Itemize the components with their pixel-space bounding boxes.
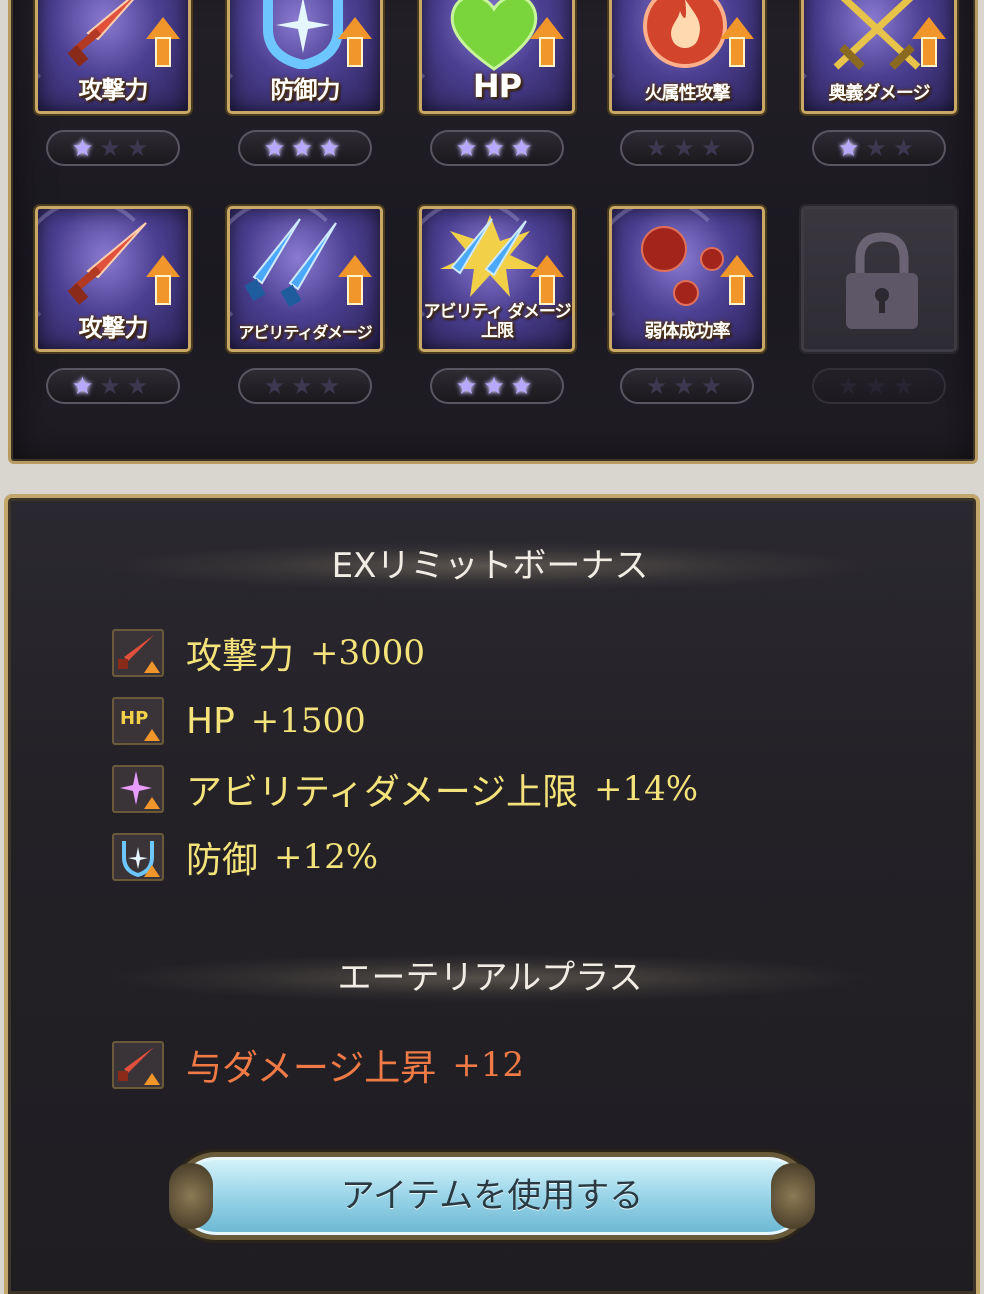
ethereal-plus-title: エーテリアルプラス	[110, 954, 870, 1002]
slot-icon-frame: 弱体成功率	[609, 206, 765, 352]
slot-icon-frame: HP	[419, 0, 575, 114]
upgrade-grid-panel: 攻撃力 ★★★ 防御力 ★★★ HP ★★★ 火属性攻撃 ★★★ 奥義ダメージ …	[8, 0, 978, 464]
star-rating: ★★★	[812, 130, 946, 166]
hp-icon-text: HP	[120, 708, 149, 729]
twin-swords-icon	[244, 218, 337, 308]
shield-icon	[112, 833, 164, 881]
upgrade-slot-locked: ★★★	[801, 206, 957, 404]
slot-icon-frame: 攻撃力	[35, 206, 191, 352]
bonus-value: +14%	[594, 769, 699, 809]
upgrade-slot-ability-damage[interactable]: アビリティダメージ ★★★	[227, 206, 383, 404]
sword-icon	[67, 222, 147, 305]
slot-icon-frame: アビリティ ダメージ上限	[419, 206, 575, 352]
upgrade-arrow-icon	[530, 17, 564, 69]
bonus-label: 防御	[186, 840, 259, 881]
upgrade-slot-attack[interactable]: 攻撃力 ★★★	[35, 0, 191, 166]
slot-icon-frame: アビリティダメージ	[227, 206, 383, 352]
upgrade-slot-defense[interactable]: 防御力 ★★★	[227, 0, 383, 166]
slot-label: 攻撃力	[78, 76, 149, 104]
sword-icon	[112, 1041, 164, 1089]
button-left-cap	[169, 1163, 213, 1229]
bonus-row-attack: 攻撃力 +3000	[112, 626, 425, 680]
ex-limit-bonus-title: EXリミットボーナス	[110, 542, 870, 590]
ethereal-label: 与ダメージ上昇	[186, 1048, 437, 1089]
ethereal-value: +12	[452, 1045, 524, 1085]
use-item-button[interactable]: アイテムを使用する	[169, 1152, 815, 1240]
star-rating: ★★★	[430, 368, 564, 404]
bonus-row-defense: 防御 +12%	[112, 830, 378, 884]
upgrade-slot-fire-attack[interactable]: 火属性攻撃 ★★★	[609, 0, 765, 166]
star-rating: ★★★	[620, 130, 754, 166]
star-rating: ★★★	[238, 368, 372, 404]
fire-icon	[643, 0, 727, 68]
star-rating: ★★★	[238, 130, 372, 166]
ethereal-row-damage-up: 与ダメージ上昇 +12	[112, 1038, 524, 1092]
bonus-label: 攻撃力	[186, 636, 295, 677]
upgrade-slot-ougi-damage[interactable]: 奥義ダメージ ★★★	[801, 0, 957, 166]
slot-icon-frame: 火属性攻撃	[609, 0, 765, 114]
slot-label: 防御力	[270, 76, 341, 104]
star-rating: ★★★	[46, 130, 180, 166]
upgrade-arrow-icon	[146, 255, 180, 307]
upgrade-slot-debuff-success[interactable]: 弱体成功率 ★★★	[609, 206, 765, 404]
slot-icon-frame	[801, 206, 957, 352]
star-rating: ★★★	[46, 368, 180, 404]
slot-label: 奥義ダメージ	[828, 83, 930, 104]
sparkle-icon	[112, 765, 164, 813]
upgrade-arrow-icon	[338, 17, 372, 69]
hp-icon: HP	[112, 697, 164, 745]
bonus-row-hp: HP HP +1500	[112, 694, 366, 748]
upgrade-arrow-icon	[338, 255, 372, 307]
lock-icon	[846, 232, 918, 329]
use-item-button-label: アイテムを使用する	[340, 1176, 644, 1216]
upgrade-arrow-icon	[720, 17, 754, 69]
bonus-label: HP	[186, 700, 235, 742]
star-rating: ★★★	[430, 130, 564, 166]
slot-icon-frame: 防御力	[227, 0, 383, 114]
slot-label: 攻撃力	[78, 314, 149, 342]
sword-icon	[112, 629, 164, 677]
upgrade-slot-ability-damage-cap[interactable]: アビリティ ダメージ上限 ★★★	[419, 206, 575, 404]
bonus-label: アビリティダメージ上限	[186, 772, 579, 813]
upgrade-slot-hp[interactable]: HP ★★★	[419, 0, 575, 166]
slot-icon-frame: 攻撃力	[35, 0, 191, 114]
bonus-value: +1500	[250, 701, 366, 741]
heart-icon	[450, 0, 538, 71]
upgrade-arrow-icon	[912, 17, 946, 69]
slot-label: 弱体成功率	[644, 321, 731, 342]
star-rating: ★★★	[620, 368, 754, 404]
star-rating: ★★★	[812, 368, 946, 404]
bonus-value: +12%	[274, 837, 379, 877]
slot-label: HP	[472, 67, 522, 105]
slot-icon-frame: 奥義ダメージ	[801, 0, 957, 114]
slot-label: アビリティ ダメージ上限	[423, 302, 571, 341]
upgrade-slot-attack-2[interactable]: 攻撃力 ★★★	[35, 206, 191, 404]
shield-icon	[263, 0, 343, 69]
debuff-orbs-icon	[641, 226, 724, 306]
sword-icon	[67, 0, 135, 67]
slot-label: アビリティダメージ	[238, 323, 372, 342]
slot-label: 火属性攻撃	[644, 83, 731, 104]
upgrade-arrow-icon	[720, 255, 754, 307]
bonus-row-ability-damage-cap: アビリティダメージ上限 +14%	[112, 762, 698, 816]
bonus-value: +3000	[310, 633, 426, 673]
upgrade-arrow-icon	[146, 17, 180, 69]
button-right-cap	[771, 1163, 815, 1229]
upgrade-arrow-icon	[530, 255, 564, 307]
